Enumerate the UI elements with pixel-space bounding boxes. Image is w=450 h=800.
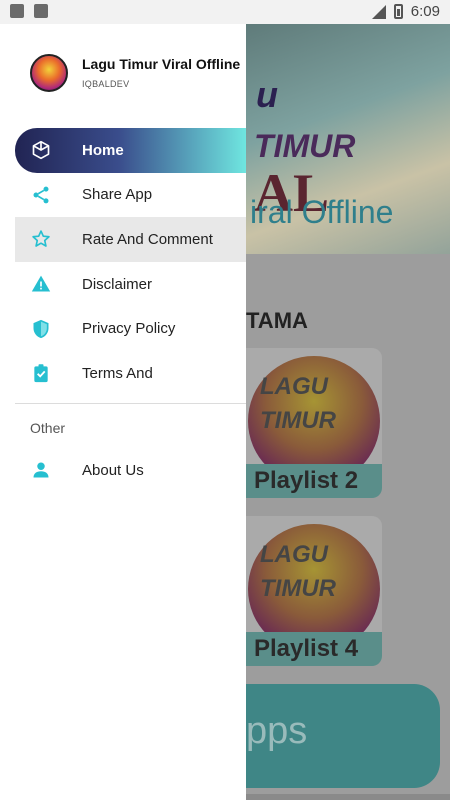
playlist-card[interactable]: LAGU TIMUR Playlist 2 — [246, 348, 382, 498]
app-title: Lagu Timur Viral Offline — [82, 56, 241, 72]
banner-subtitle: iral Offline — [250, 194, 394, 230]
divider — [15, 403, 246, 404]
menu-label: About Us — [82, 461, 144, 479]
shield-icon — [30, 318, 52, 340]
more-apps-label: pps — [246, 710, 308, 752]
menu-item-about-us[interactable]: About Us — [0, 448, 246, 493]
menu-item-terms-and[interactable]: Terms And — [0, 351, 246, 396]
banner-image: u TIMUR AL iral Offline — [246, 24, 450, 254]
menu-label: Disclaimer — [82, 275, 153, 293]
signal-icon — [371, 4, 386, 19]
menu-item-home[interactable]: Home — [15, 128, 246, 173]
drawer-header: Lagu Timur Viral Offline IQBALDEV — [0, 24, 246, 122]
bottom-strip — [246, 794, 450, 800]
banner-title-top: u — [256, 74, 278, 115]
cube-icon — [30, 139, 52, 161]
person-icon — [30, 459, 52, 481]
menu-item-disclaimer[interactable]: Disclaimer — [0, 262, 246, 307]
menu-label: Terms And — [82, 364, 153, 382]
menu-label: Rate And Comment — [82, 230, 213, 248]
menu-label: Share App — [82, 186, 153, 204]
share-icon — [30, 184, 52, 206]
star-icon — [30, 228, 52, 250]
menu-group-other: About Us — [0, 448, 246, 493]
navigation-drawer: Lagu Timur Viral Offline IQBALDEV Home S… — [0, 24, 246, 800]
menu-item-privacy-policy[interactable]: Privacy Policy — [0, 306, 246, 351]
drawer-menu: Home Share App Rate And Comment Disclaim… — [0, 128, 246, 396]
image-notification-icon — [10, 4, 24, 18]
app-notification-icon — [34, 4, 48, 18]
playlist-caption: Playlist 2 — [246, 464, 382, 498]
cover-text: LAGU TIMUR — [260, 541, 336, 602]
menu-item-share-app[interactable]: Share App — [0, 173, 246, 218]
menu-item-rate-and-comment[interactable]: Rate And Comment — [15, 217, 246, 262]
section-title: TAMA — [246, 308, 308, 333]
app-avatar — [30, 54, 68, 92]
clipboard-check-icon — [30, 362, 52, 384]
menu-label: Privacy Policy — [82, 320, 176, 338]
more-apps-button[interactable]: pps — [246, 684, 440, 788]
menu-label: Home — [82, 141, 124, 159]
playlist-card[interactable]: LAGU TIMUR Playlist 4 — [246, 516, 382, 666]
developer-name: IQBALDEV — [82, 79, 130, 89]
section-label-other: Other — [30, 420, 66, 436]
status-bar: 6:09 — [0, 0, 450, 24]
background-content[interactable]: u TIMUR AL iral Offline TAMA LAGU TIMUR … — [246, 24, 450, 800]
clock: 6:09 — [410, 3, 440, 20]
playlist-caption: Playlist 4 — [246, 632, 382, 666]
battery-icon — [393, 4, 403, 19]
warning-icon — [30, 273, 52, 295]
cover-text: LAGU TIMUR — [260, 373, 336, 434]
banner-title-mid: TIMUR — [254, 128, 356, 164]
